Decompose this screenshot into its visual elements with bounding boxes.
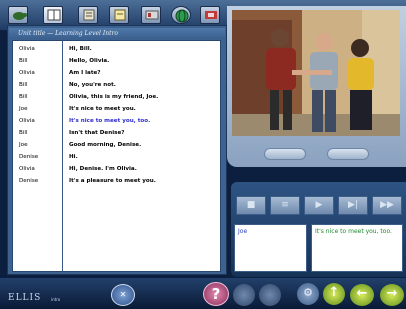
play-icon: ▶ [315, 200, 323, 210]
record-button[interactable]: ≡ [270, 196, 300, 215]
video-play-button[interactable] [327, 148, 369, 160]
speaker-label: Joe [19, 106, 28, 112]
up-arrow-icon: ↑ [328, 285, 340, 300]
help-button[interactable]: ? [203, 282, 229, 306]
speaker-label: Denise [19, 178, 39, 184]
disabled-button[interactable] [233, 284, 255, 306]
video-player[interactable] [232, 10, 400, 136]
dialogue-line[interactable]: Hi, Denise. I'm Olivia. [69, 165, 137, 173]
dictionary-icon[interactable] [78, 6, 98, 24]
notepad-icon[interactable] [109, 6, 129, 24]
back-button[interactable]: ← [350, 284, 374, 306]
dialogue-line[interactable]: It's nice to meet you. [69, 105, 136, 113]
dialogue-line[interactable]: Hi, Bill. [69, 45, 92, 53]
video-scene-image [232, 10, 400, 136]
practice-response: It's nice to meet you, too. [315, 228, 392, 235]
dialogue-line[interactable]: Isn't that Denise? [69, 129, 124, 137]
app-logo-subtitle: intro [51, 297, 61, 302]
tools-button[interactable]: ⚙ [297, 283, 319, 305]
dialogue-line[interactable]: No, you're not. [69, 81, 116, 89]
left-arrow-icon: ← [356, 286, 368, 301]
play-button[interactable]: ▶ [304, 196, 334, 215]
next-button[interactable]: ▶▶ [372, 196, 402, 215]
speaker-label: Olivia [19, 46, 35, 52]
speaker-box: Joe [234, 224, 307, 272]
dialogue-line[interactable]: Olivia, this is my friend, Joe. [69, 93, 158, 101]
dialogue-line[interactable]: It's a pleasure to meet you. [69, 177, 156, 185]
dialogue-line-selected[interactable]: It's nice to meet you, too. [69, 117, 150, 125]
speaker-label: Olivia [19, 118, 35, 124]
grammar-icon[interactable] [141, 6, 161, 24]
dialogue-line[interactable]: Hi. [69, 153, 78, 161]
map-icon[interactable] [200, 6, 220, 24]
globe-icon[interactable] [171, 6, 191, 24]
speaker-label: Bill [19, 94, 28, 100]
exit-button[interactable]: ✕ [111, 284, 135, 306]
practice-speaker: Joe [238, 228, 248, 235]
right-arrow-icon: → [386, 286, 398, 301]
speaker-label: Olivia [19, 70, 35, 76]
exit-icon: ✕ [119, 290, 127, 299]
speaker-label: Olivia [19, 166, 35, 172]
dialogue-line[interactable]: Hello, Olivia. [69, 57, 109, 65]
speaker-label: Bill [19, 82, 28, 88]
speaker-label: Bill [19, 130, 28, 136]
stop-button[interactable]: ■ [236, 196, 266, 215]
tools-icon: ⚙ [303, 286, 313, 299]
dialogue-line[interactable]: Am I late? [69, 69, 101, 77]
record-icon: ≡ [281, 200, 289, 210]
app-logo: ELLIS [8, 293, 42, 303]
turtle-icon[interactable] [8, 6, 28, 24]
transcript-list[interactable]: Olivia Hi, Bill. Bill Hello, Olivia. Oli… [12, 40, 221, 272]
speaker-label: Joe [19, 142, 28, 148]
speaker-label: Denise [19, 154, 39, 160]
stop-icon: ■ [246, 200, 256, 210]
fast-forward-icon: ▶▶ [380, 200, 394, 210]
dialogue-line[interactable]: Good morning, Denise. [69, 141, 141, 149]
help-icon: ? [211, 285, 221, 303]
response-box[interactable]: It's nice to meet you, too. [311, 224, 403, 272]
disabled-button[interactable] [259, 284, 281, 306]
up-button[interactable]: ↑ [323, 283, 345, 305]
step-button[interactable]: ▶| [338, 196, 368, 215]
lesson-subtitle: Unit title — Learning Level Intro [18, 30, 118, 37]
speaker-label: Bill [19, 58, 28, 64]
video-rewind-button[interactable] [264, 148, 306, 160]
step-forward-icon: ▶| [348, 200, 358, 210]
book-icon[interactable] [43, 6, 63, 24]
forward-button[interactable]: → [380, 284, 404, 306]
